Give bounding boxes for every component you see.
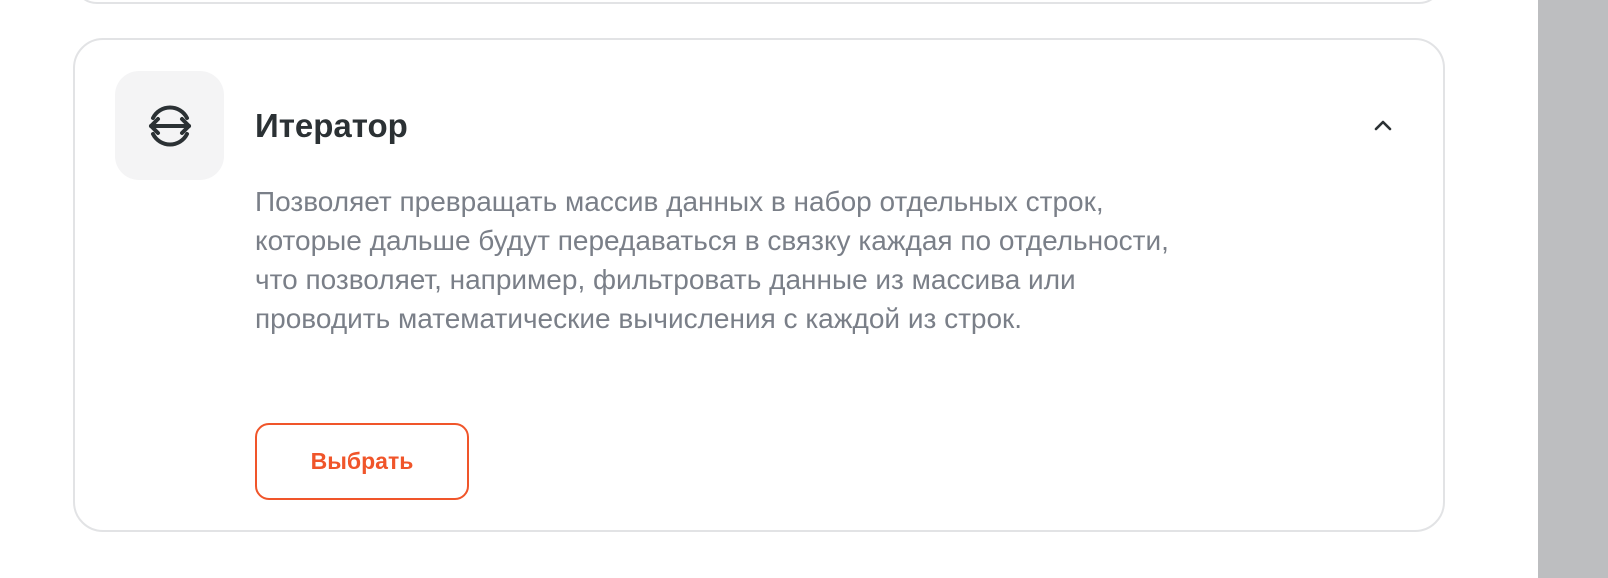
select-button[interactable]: Выбрать xyxy=(255,423,469,500)
card-title: Итератор xyxy=(255,107,408,144)
previous-card xyxy=(73,0,1443,4)
chevron-up-icon xyxy=(1374,120,1392,131)
collapse-toggle[interactable] xyxy=(1365,108,1401,144)
iterator-icon xyxy=(148,104,191,147)
iterator-card: Итератор Позволяет превращать массив дан… xyxy=(73,38,1445,532)
scrollbar[interactable] xyxy=(1538,0,1608,578)
viewport: Итератор Позволяет превращать массив дан… xyxy=(0,0,1608,578)
iterator-icon-tile xyxy=(115,71,224,180)
card-description: Позволяет превращать массив данных в наб… xyxy=(255,186,1169,334)
